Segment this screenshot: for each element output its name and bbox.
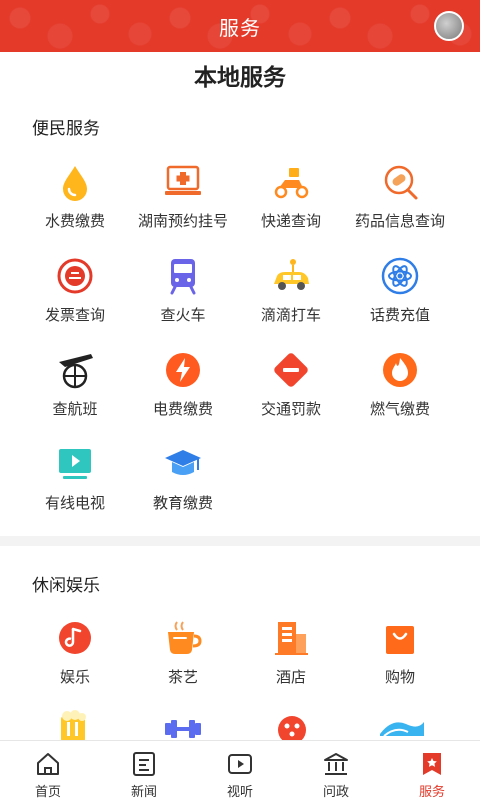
emblem-icon (57, 258, 93, 294)
service-phone-recharge[interactable]: 话费充值 (340, 256, 460, 325)
service-label: 快递查询 (260, 213, 321, 230)
service-label: 滴滴打车 (260, 307, 321, 324)
service-label: 话费充值 (369, 307, 430, 324)
leisure-hotel[interactable]: 酒店 (231, 618, 351, 687)
service-label: 发票查询 (44, 307, 105, 324)
service-label: 电费缴费 (152, 401, 213, 418)
service-drug-info[interactable]: 药品信息查询 (340, 162, 460, 231)
service-traffic-fine[interactable]: 交通罚款 (231, 350, 351, 419)
video-icon (228, 754, 252, 774)
service-label: 茶艺 (167, 669, 198, 686)
service-train-query[interactable]: 查火车 (123, 256, 243, 325)
service-label: 查火车 (160, 307, 206, 324)
shopping-bag-icon (386, 626, 414, 654)
header-title: 服务 (219, 17, 261, 40)
service-label: 有线电视 (44, 495, 105, 512)
section-divider (0, 536, 480, 546)
tab-news[interactable]: 新闻 (96, 741, 192, 800)
section-title-convenience: 便民服务 (32, 119, 100, 138)
tab-label: 首页 (34, 784, 61, 799)
tab-government[interactable]: 问政 (288, 741, 384, 800)
service-flight-query[interactable]: 查航班 (15, 350, 135, 419)
tab-home[interactable]: 首页 (0, 741, 96, 800)
hospital-laptop-icon (165, 165, 201, 195)
service-water-fee[interactable]: 水费缴费 (15, 162, 135, 231)
water-drop-icon (63, 166, 87, 201)
flame-icon (383, 353, 417, 387)
car-icon (274, 259, 309, 290)
lightning-icon (166, 353, 200, 387)
service-hospital-booking[interactable]: 湖南预约挂号 (123, 162, 243, 231)
service-invoice-query[interactable]: 发票查询 (15, 256, 135, 325)
tab-video[interactable]: 视听 (192, 741, 288, 800)
tab-label: 新闻 (130, 784, 157, 799)
service-label: 燃气缴费 (369, 401, 430, 418)
scooter-icon (274, 168, 309, 199)
train-icon (170, 259, 196, 295)
service-label: 教育缴费 (152, 495, 213, 512)
government-icon (324, 753, 348, 775)
service-education-fee[interactable]: 教育缴费 (123, 444, 243, 513)
service-express-query[interactable]: 快递查询 (231, 162, 351, 231)
atom-icon (381, 257, 419, 295)
pill-search-icon (384, 165, 418, 200)
service-didi-taxi[interactable]: 滴滴打车 (231, 256, 351, 325)
service-electric-fee[interactable]: 电费缴费 (123, 350, 243, 419)
plane-icon (59, 354, 93, 389)
app-header: 服务 (0, 0, 480, 52)
no-entry-icon (274, 353, 308, 387)
leisure-entertainment[interactable]: 娱乐 (15, 618, 135, 687)
tab-service[interactable]: 服务 (384, 741, 480, 800)
news-icon (133, 752, 155, 776)
service-label: 酒店 (275, 669, 306, 686)
service-label: 水费缴费 (44, 213, 105, 230)
graduation-cap-icon (165, 450, 201, 475)
game-ball-icon (278, 716, 306, 740)
music-note-icon (59, 622, 91, 654)
service-label: 药品信息查询 (354, 213, 445, 230)
hotel-building-icon (275, 622, 308, 655)
beer-icon (61, 710, 86, 740)
tea-cup-icon (168, 621, 202, 654)
section-title-leisure: 休闲娱乐 (32, 576, 100, 595)
service-label: 购物 (384, 669, 415, 686)
tab-label: 问政 (322, 784, 349, 799)
leisure-tea[interactable]: 茶艺 (123, 618, 243, 687)
leisure-shopping[interactable]: 购物 (340, 618, 460, 687)
wave-icon (380, 722, 424, 737)
home-icon (37, 753, 59, 775)
service-cable-tv[interactable]: 有线电视 (15, 444, 135, 513)
service-gas-fee[interactable]: 燃气缴费 (340, 350, 460, 419)
service-label: 查航班 (52, 401, 98, 418)
bottom-tab-bar: 首页 新闻 视听 问政 服务 (0, 740, 480, 800)
dumbbell-icon (165, 720, 201, 738)
tab-label: 服务 (418, 784, 445, 799)
avatar[interactable] (434, 11, 464, 41)
service-label: 湖南预约挂号 (137, 213, 228, 230)
service-label: 交通罚款 (260, 401, 321, 418)
tv-play-icon (59, 449, 91, 479)
service-flag-icon (423, 753, 441, 775)
service-label: 娱乐 (59, 669, 90, 686)
tab-label: 视听 (226, 784, 253, 799)
page-title: 本地服务 (194, 64, 286, 90)
